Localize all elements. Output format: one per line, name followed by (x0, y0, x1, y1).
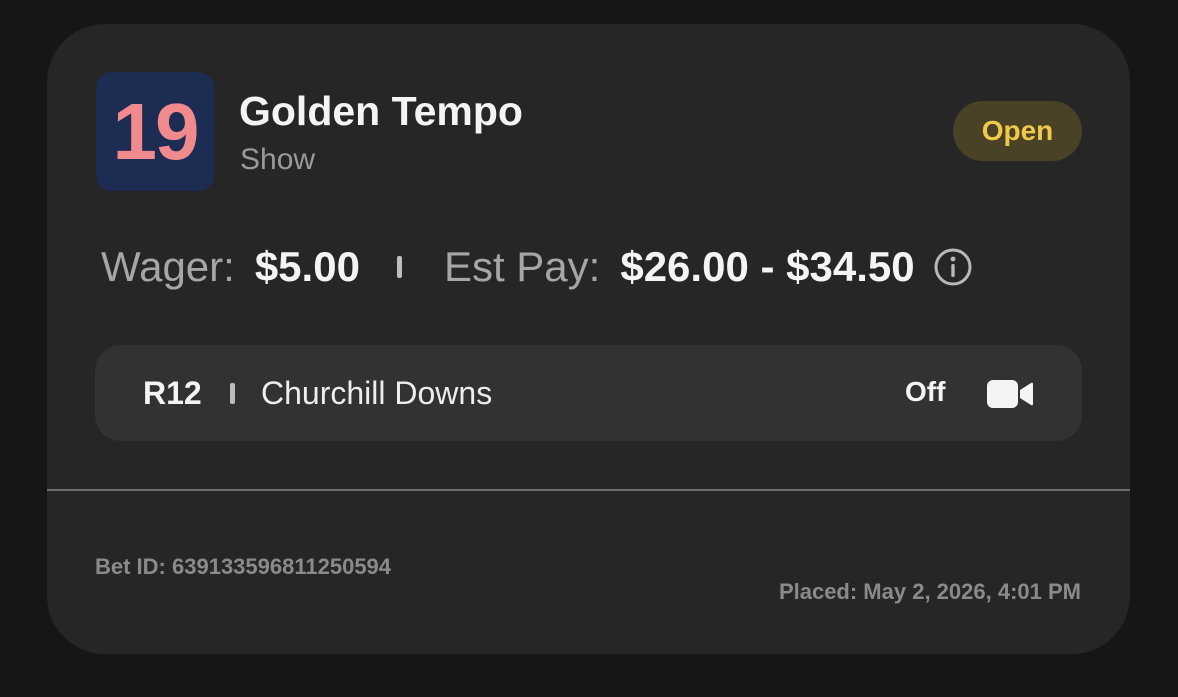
wager-row: Wager: $5.00 Est Pay: $26.00 - $34.50 (101, 242, 973, 292)
video-camera-icon[interactable] (987, 379, 1033, 409)
bet-type: Show (240, 143, 316, 176)
separator (230, 383, 235, 404)
wager-label: Wager: (101, 243, 235, 290)
est-pay-label: Est Pay: (443, 243, 601, 290)
program-number: 19 (112, 86, 200, 176)
track-name: Churchill Downs (261, 375, 493, 411)
status-badge: Open (953, 101, 1082, 161)
bet-card[interactable]: 19 Golden Tempo Show Open Wager: $5.00 E… (47, 24, 1130, 654)
separator (396, 256, 402, 278)
race-number: R12 (143, 375, 202, 411)
info-icon[interactable] (933, 247, 973, 287)
horse-name: Golden Tempo (239, 88, 523, 134)
placed-timestamp: Placed: May 2, 2026, 4:01 PM (778, 579, 1081, 604)
divider (47, 489, 1130, 491)
bet-id: Bet ID: 639133596811250594 (95, 554, 392, 579)
race-info-bar[interactable]: R12 Churchill Downs Off (95, 345, 1082, 441)
wager-value: $5.00 (254, 243, 360, 290)
est-pay-value: $26.00 - $34.50 (620, 243, 915, 290)
video-status-label: Off (905, 376, 946, 407)
program-number-badge: 19 (96, 72, 214, 191)
status-label: Open (981, 115, 1054, 146)
